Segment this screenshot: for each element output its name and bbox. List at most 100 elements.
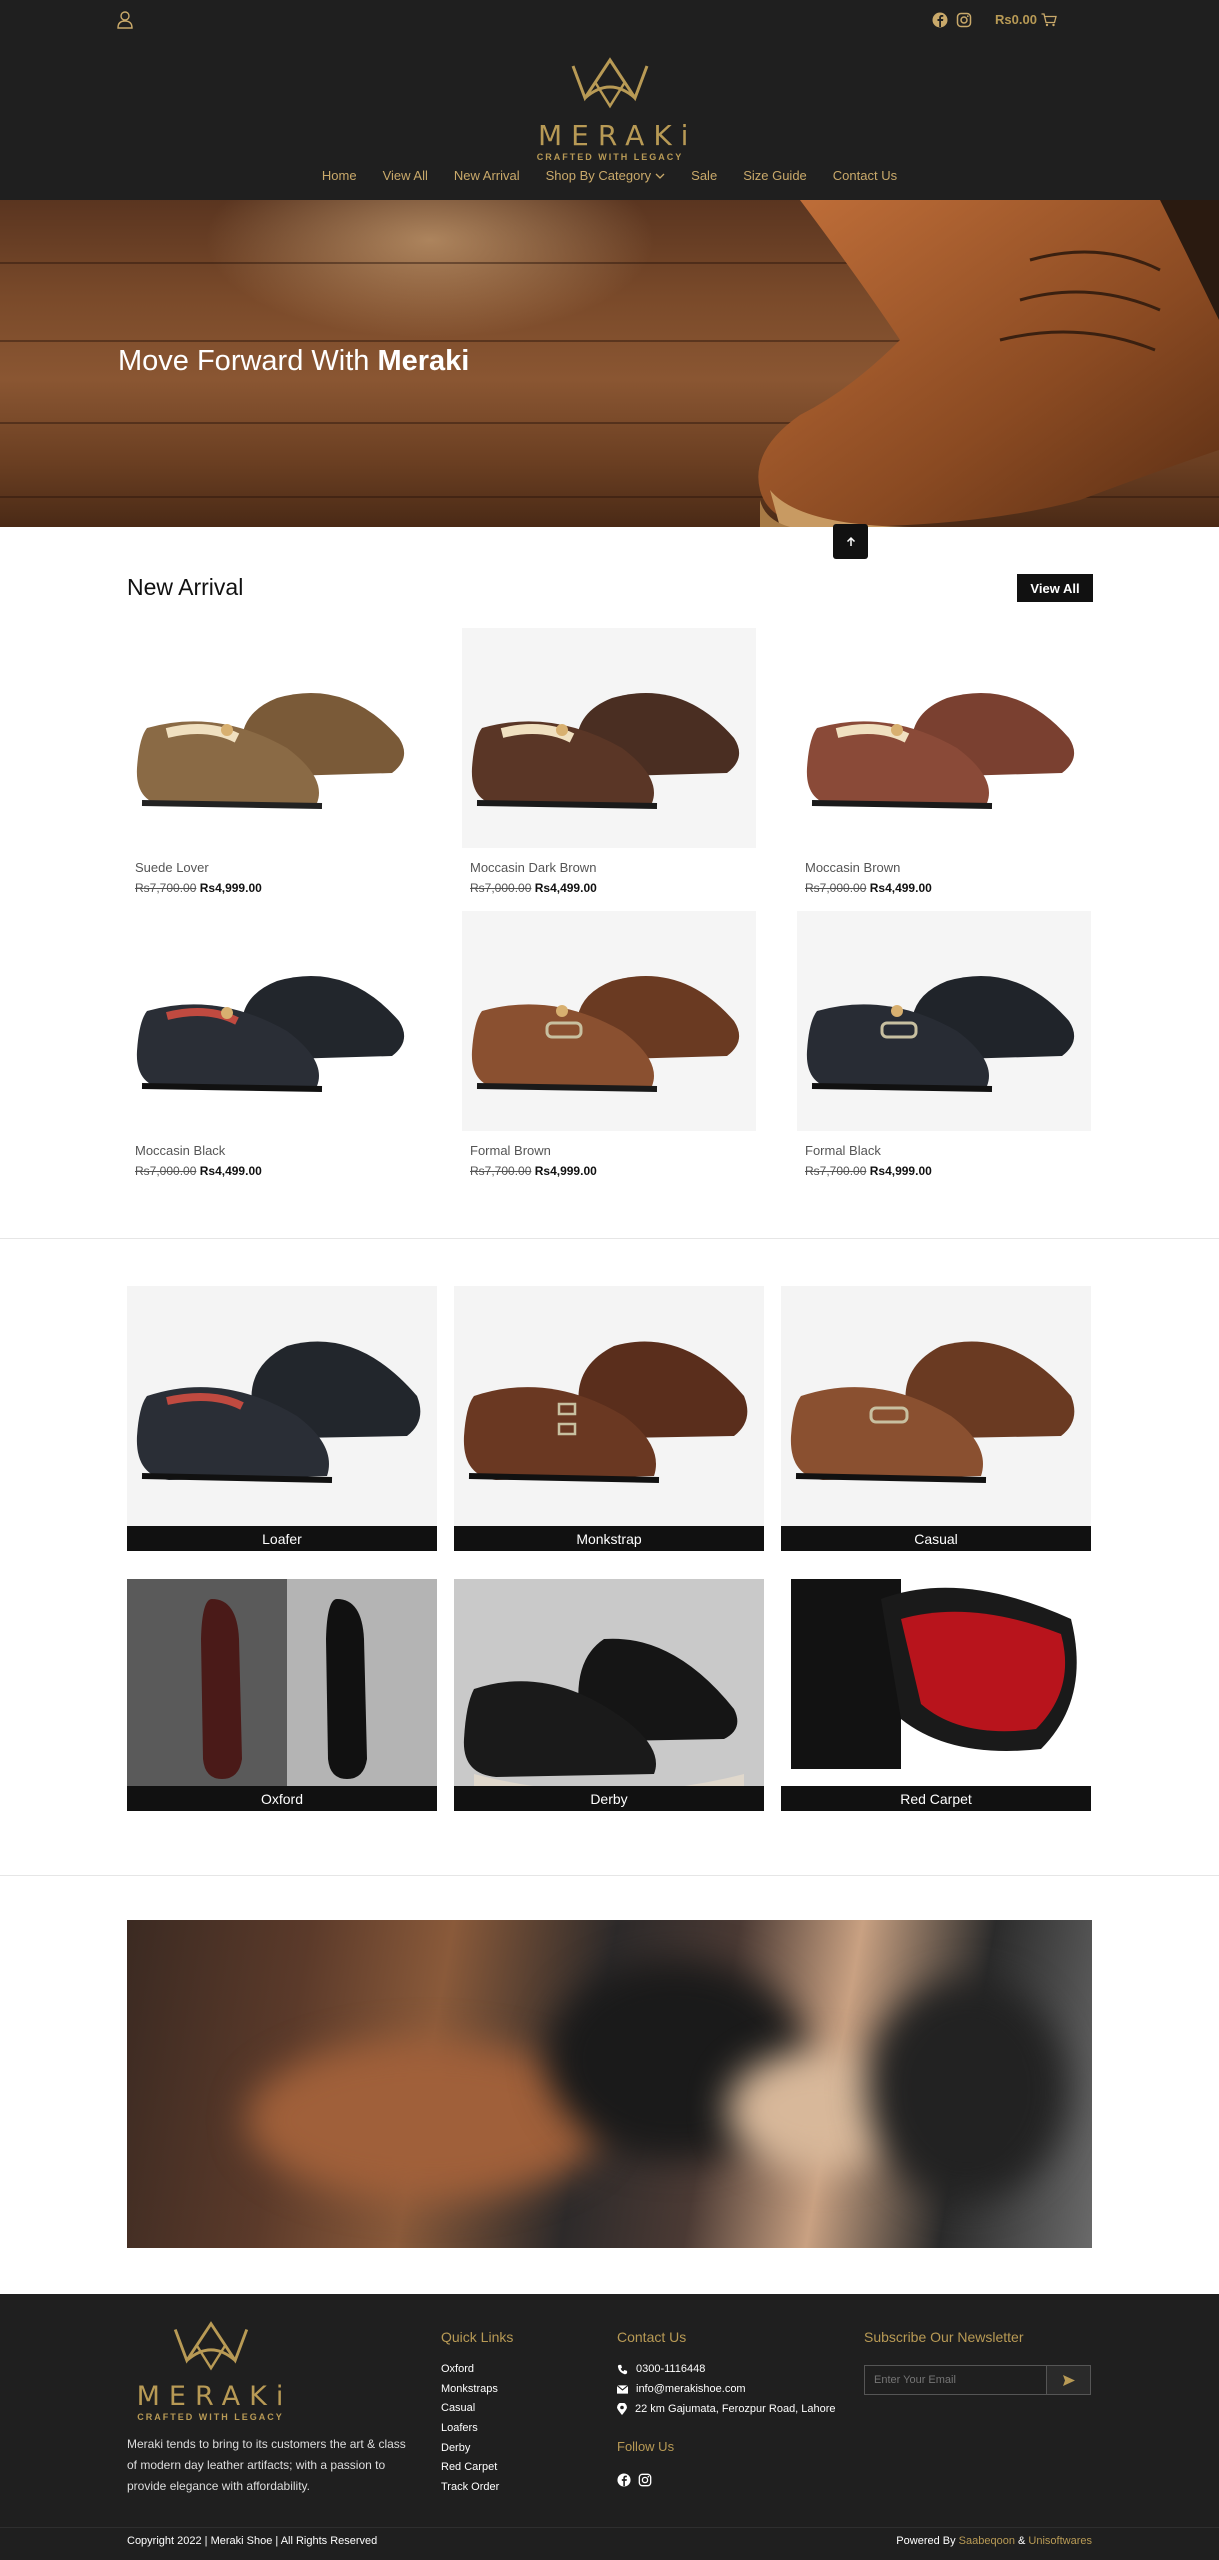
product-image[interactable] — [462, 911, 756, 1131]
footer-link-loafers[interactable]: Loafers — [441, 2422, 499, 2442]
view-all-button[interactable]: View All — [1017, 574, 1093, 602]
newsletter-title: Subscribe Our Newsletter — [864, 2329, 1024, 2345]
product-card[interactable]: Moccasin Dark Brown Rs7,000.00 Rs4,499.0… — [462, 628, 756, 895]
contact-address: 22 km Gajumata, Ferozpur Road, Lahore — [635, 2403, 836, 2415]
product-image[interactable] — [797, 911, 1091, 1131]
product-card[interactable]: Suede Lover Rs7,700.00 Rs4,999.00 — [127, 628, 421, 895]
cart-total: Rs0.00 — [995, 12, 1037, 27]
new-arrival-title: New Arrival — [127, 574, 244, 600]
contact-title: Contact Us — [617, 2329, 687, 2345]
category-label[interactable]: Red Carpet — [781, 1786, 1091, 1811]
arrow-up-icon — [846, 536, 855, 546]
category-image[interactable] — [127, 1579, 437, 1786]
product-card[interactable]: Moccasin Brown Rs7,000.00 Rs4,499.00 — [797, 628, 1091, 895]
footer-social-links — [617, 2473, 652, 2487]
brand-tagline: CRAFTED WITH LEGACY — [536, 152, 684, 162]
promo-banner-image — [127, 1920, 1092, 2248]
footer-link-derby[interactable]: Derby — [441, 2442, 499, 2462]
facebook-icon[interactable] — [932, 12, 948, 28]
location-pin-icon — [617, 2403, 627, 2415]
category-image[interactable] — [454, 1286, 764, 1526]
send-icon — [1062, 2374, 1075, 2386]
category-label[interactable]: Loafer — [127, 1526, 437, 1551]
hero-title: Move Forward With Meraki — [118, 345, 470, 377]
nav-view-all[interactable]: View All — [370, 168, 441, 183]
newsletter-submit-button[interactable] — [1046, 2365, 1091, 2395]
product-name[interactable]: Moccasin Black — [135, 1143, 421, 1158]
category-label[interactable]: Casual — [781, 1526, 1091, 1551]
footer-logo[interactable]: MERAKi CRAFTED WITH LEGACY — [128, 2316, 293, 2422]
crown-logo-icon — [571, 57, 649, 109]
product-card[interactable]: Formal Brown Rs7,700.00 Rs4,999.00 — [462, 911, 756, 1178]
nav-size-guide[interactable]: Size Guide — [730, 168, 820, 183]
category-image[interactable] — [127, 1286, 437, 1526]
crown-logo-icon — [173, 2321, 248, 2371]
category-card-loafer[interactable]: Loafer — [127, 1286, 437, 1551]
nav-contact-us[interactable]: Contact Us — [820, 168, 910, 183]
category-card-derby[interactable]: Derby — [454, 1579, 764, 1811]
product-name[interactable]: Formal Black — [805, 1143, 1091, 1158]
category-image[interactable] — [781, 1286, 1091, 1526]
quick-links-list: Oxford Monkstraps Casual Loafers Derby R… — [441, 2363, 499, 2501]
product-image[interactable] — [127, 628, 421, 848]
footer-link-monkstraps[interactable]: Monkstraps — [441, 2383, 499, 2403]
footer-link-red-carpet[interactable]: Red Carpet — [441, 2461, 499, 2481]
instagram-icon[interactable] — [638, 2473, 652, 2487]
company-link-saabeqoon[interactable]: Saabeqoon — [959, 2535, 1015, 2547]
powered-by-text: Powered By Saabeqoon & Unisoftwares — [896, 2535, 1092, 2547]
facebook-icon[interactable] — [617, 2473, 631, 2487]
section-divider — [0, 1875, 1219, 1876]
nav-shop-by-category[interactable]: Shop By Category — [533, 168, 679, 183]
footer-link-casual[interactable]: Casual — [441, 2402, 499, 2422]
instagram-icon[interactable] — [956, 12, 972, 28]
category-image[interactable] — [781, 1579, 1091, 1786]
product-price: Rs7,000.00 Rs4,499.00 — [805, 881, 932, 895]
nav-shop-by-category-label: Shop By Category — [545, 168, 652, 183]
follow-us-title: Follow Us — [617, 2439, 675, 2454]
product-name[interactable]: Formal Brown — [470, 1143, 756, 1158]
section-divider — [0, 1238, 1219, 1239]
product-image[interactable] — [797, 628, 1091, 848]
category-card-oxford[interactable]: Oxford — [127, 1579, 437, 1811]
brand-name: MERAKi — [538, 119, 698, 152]
nav-sale[interactable]: Sale — [678, 168, 730, 183]
nav-home[interactable]: Home — [309, 168, 370, 183]
product-price: Rs7,700.00 Rs4,999.00 — [805, 1164, 932, 1178]
product-card[interactable]: Moccasin Black Rs7,000.00 Rs4,499.00 — [127, 911, 421, 1178]
company-link-unisoftwares[interactable]: Unisoftwares — [1028, 2535, 1092, 2547]
contact-info: 0300-1116448 info@merakishoe.com 22 km G… — [617, 2359, 836, 2419]
email-icon — [617, 2384, 628, 2394]
copyright-text: Copyright 2022 | Meraki Shoe | All Right… — [127, 2535, 378, 2547]
product-price: Rs7,000.00 Rs4,499.00 — [135, 1164, 262, 1178]
chevron-down-icon — [655, 173, 665, 179]
category-image[interactable] — [454, 1579, 764, 1786]
footer-link-oxford[interactable]: Oxford — [441, 2363, 499, 2383]
product-card[interactable]: Formal Black Rs7,700.00 Rs4,999.00 — [797, 911, 1091, 1178]
category-label[interactable]: Derby — [454, 1786, 764, 1811]
product-price: Rs7,000.00 Rs4,499.00 — [470, 881, 597, 895]
category-label[interactable]: Oxford — [127, 1786, 437, 1811]
main-nav: Home View All New Arrival Shop By Catego… — [0, 168, 1219, 183]
user-account-icon[interactable] — [116, 10, 134, 30]
product-image[interactable] — [462, 628, 756, 848]
scroll-to-top-button[interactable] — [833, 524, 868, 559]
phone-icon — [617, 2364, 628, 2374]
nav-new-arrival[interactable]: New Arrival — [441, 168, 533, 183]
contact-phone[interactable]: 0300-1116448 — [636, 2363, 705, 2375]
footer-brand-name: MERAKi — [136, 2381, 293, 2412]
category-card-casual[interactable]: Casual — [781, 1286, 1091, 1551]
header-social-links — [932, 12, 972, 28]
product-name[interactable]: Suede Lover — [135, 860, 421, 875]
category-label[interactable]: Monkstrap — [454, 1526, 764, 1551]
cart-icon — [1041, 12, 1057, 26]
footer-link-track-order[interactable]: Track Order — [441, 2481, 499, 2501]
category-card-monkstrap[interactable]: Monkstrap — [454, 1286, 764, 1551]
product-image[interactable] — [127, 911, 421, 1131]
cart-button[interactable]: Rs0.00 — [995, 12, 1057, 27]
contact-email[interactable]: info@merakishoe.com — [636, 2383, 746, 2395]
product-name[interactable]: Moccasin Brown — [805, 860, 1091, 875]
newsletter-email-input[interactable] — [864, 2365, 1046, 2395]
site-logo[interactable]: MERAKi CRAFTED WITH LEGACY — [530, 52, 698, 162]
product-name[interactable]: Moccasin Dark Brown — [470, 860, 756, 875]
category-card-red-carpet[interactable]: Red Carpet — [781, 1579, 1091, 1811]
